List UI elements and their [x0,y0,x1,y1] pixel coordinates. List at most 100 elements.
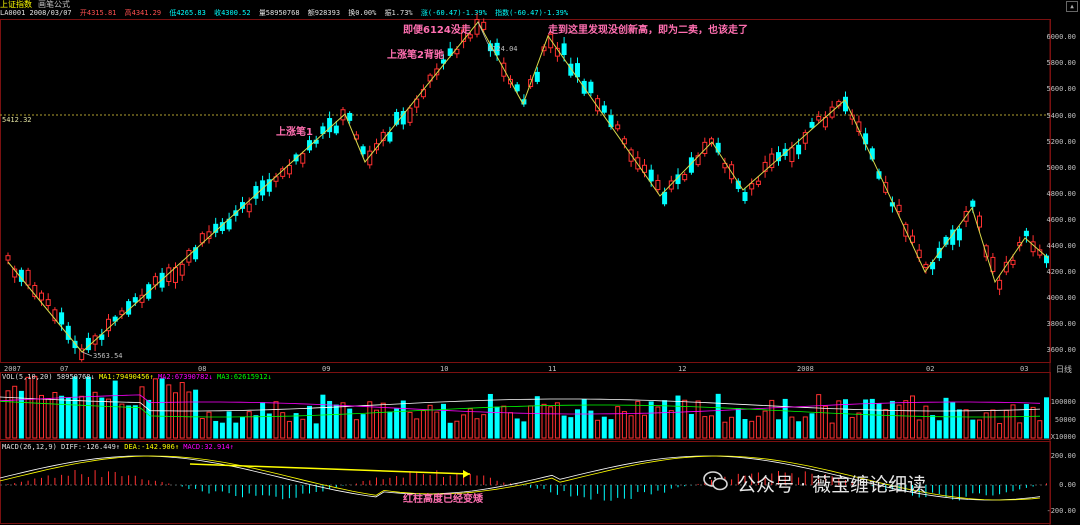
volume-bar [273,401,279,439]
volume-bar [675,395,681,439]
candle-body [635,157,641,170]
candle-body [869,148,875,160]
macd-y-neg200: -200.00 [1046,507,1076,515]
candle-body [588,81,594,94]
volume-bar [72,376,78,439]
volume-bar [930,415,936,439]
annotation-macd: 红柱高度已经变矮 [403,494,483,505]
volume-bar [380,402,386,439]
volume-bar [152,378,158,439]
macd-dea: DEA:-142.906↑ [124,443,180,451]
vol-y-100000: 100000 [1050,398,1076,406]
volume-bar [956,409,962,439]
volume-bar [374,409,379,439]
candle-body [749,183,755,190]
candle-body [997,279,1003,290]
volume-bar [1030,406,1036,439]
volume-bar [320,394,326,439]
x-axis-label: 03 [1020,365,1029,373]
candle-body [575,63,580,78]
volume-bar [25,376,31,439]
candle-body [608,115,614,128]
volume-bar [394,408,400,439]
volume-bar [635,400,641,439]
y-axis-label: 4400.00 [1046,242,1076,250]
candle-body [1010,259,1016,265]
candle-body [387,132,393,142]
volume-bar [816,394,822,439]
macd-value: MACD:32.914↑ [183,443,234,451]
x-axis-label: 12 [678,365,687,373]
volume-bar [863,399,869,439]
volume-bar [474,418,480,439]
volume-bar [126,405,132,439]
volume-bar [1044,397,1049,439]
volume-bar [146,399,152,439]
volume-bar [715,393,721,439]
volume-bar [963,409,969,439]
volume-bar [548,406,554,439]
volume-bar [702,416,708,439]
volume-bar [32,375,38,439]
volume-bar [85,376,91,439]
volume-bar [601,416,607,439]
volume-bar [340,402,346,439]
volume-bar [166,384,172,439]
volume-bar [260,402,266,439]
volume-bar [1037,420,1043,439]
macd-diff: DIFF:-126.449↑ [61,443,121,451]
volume-bar [112,380,118,439]
volume-bar [608,419,614,439]
volume-header: VOL(5,10,20) 58950768↓ MA1:79490456↑ MA2… [2,373,272,381]
candle-body [816,115,822,121]
volume-bar [494,406,500,439]
volume-bar [414,418,420,439]
volume-bar [709,415,714,439]
volume-bar [420,410,426,439]
volume-bar [45,398,51,439]
volume-bar [119,403,125,439]
y-axis-label: 5200.00 [1046,138,1076,146]
volume-bar [300,418,306,439]
volume-bar [521,421,527,439]
volume-bar [755,415,761,439]
volume-bar [193,389,199,439]
x-axis-label: 09 [322,365,331,373]
volume-bar [65,397,71,439]
volume-bar [836,400,842,439]
period-label[interactable]: 日线 [1056,364,1072,375]
volume-bars [5,375,1049,439]
candle-body [682,174,688,181]
volume-bar [729,416,735,439]
vol-ma3: MA3:62615912↓ [216,373,272,381]
volume-bar [796,421,802,439]
candle-body [923,263,929,269]
volume-bar [789,416,795,439]
candle-body [789,147,795,163]
candle-body [534,71,540,82]
x-axis-label: 2008 [797,365,814,373]
volume-bar [997,423,1003,439]
candle-body [561,43,567,56]
x-axis-label: 08 [198,365,207,373]
volume-bar [313,423,319,439]
candle-body [126,301,132,315]
volume-bar [213,420,219,439]
peak-price-tag: 6124.04 [488,45,518,53]
volume-bar [809,413,815,439]
ref-price-tag: 5412.32 [2,116,32,124]
volume-bar [1017,422,1023,439]
volume-bar [514,418,520,439]
volume-bar [876,403,882,439]
volume-bar [802,416,808,439]
candle-body [601,105,607,113]
volume-bar [508,412,513,439]
candle-body [615,124,621,130]
candle-body [173,267,178,283]
volume-bar [621,411,627,439]
volume-bar [206,411,212,439]
macd-y-200: 200.00 [1050,452,1076,460]
volume-bar [561,415,567,439]
candlestick-series [5,13,1049,362]
volume-bar [568,417,574,439]
